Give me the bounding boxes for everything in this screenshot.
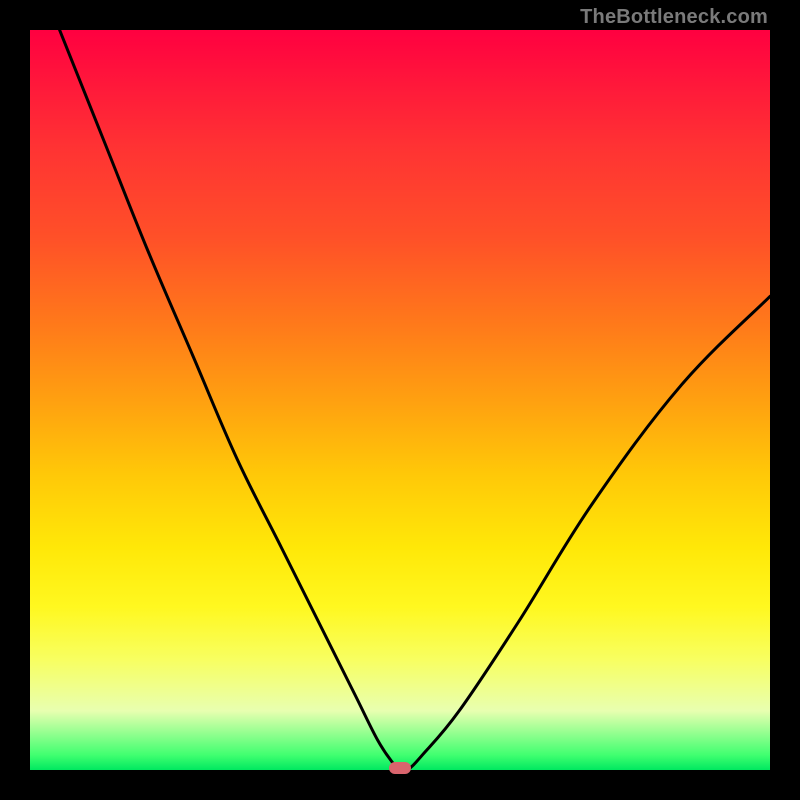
chart-frame: TheBottleneck.com xyxy=(0,0,800,800)
watermark-text: TheBottleneck.com xyxy=(580,6,768,29)
bottleneck-curve xyxy=(60,30,770,770)
optimum-marker xyxy=(389,762,411,774)
plot-area xyxy=(30,30,770,770)
curve-svg xyxy=(30,30,770,770)
